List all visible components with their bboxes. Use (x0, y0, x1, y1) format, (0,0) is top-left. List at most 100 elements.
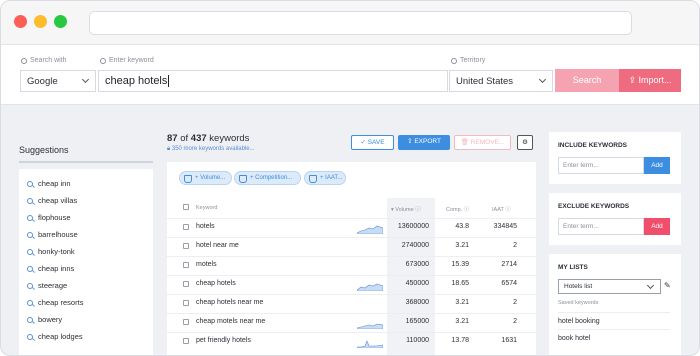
suggestions-panel: Suggestions cheap inn cheap villas flophou… (19, 145, 153, 355)
volume-cell: 673000 (405, 261, 429, 268)
trend-sparkline (357, 340, 383, 348)
maximize-window-icon[interactable] (54, 15, 67, 28)
table-row[interactable]: hotels 13600000 43.8 334845 (167, 218, 536, 236)
info-icon: ⓘ (505, 207, 511, 213)
my-lists-title: MY LISTS (558, 264, 588, 271)
tools-button[interactable]: ⚙ (517, 135, 533, 150)
filter-chip-volume[interactable]: + Volume... (179, 171, 232, 185)
iaat-cell: 2 (513, 318, 517, 325)
include-title: INCLUDE KEYWORDS (558, 142, 627, 149)
app-window: Search with Google Enter keyword cheap h… (0, 0, 700, 356)
table-row[interactable]: cheap hotels near me 368000 3.21 2 (167, 294, 536, 312)
trend-sparkline (357, 323, 383, 329)
saved-keyword-item[interactable]: hotel booking (558, 312, 670, 325)
address-bar[interactable] (89, 11, 632, 35)
suggestion-item[interactable]: cheap lodges (27, 328, 145, 345)
territory-select[interactable]: United States (449, 70, 553, 92)
table-row[interactable]: pet friendly hotels 110000 13.78 1631 (167, 332, 536, 350)
search-icon (27, 231, 33, 238)
iaat-cell: 1631 (501, 337, 517, 344)
export-button[interactable]: ⇪ EXPORT (398, 135, 450, 150)
row-checkbox[interactable] (183, 281, 189, 287)
exclude-add-button[interactable]: Add (644, 218, 670, 235)
volume-cell: 165000 (405, 318, 429, 325)
list-select[interactable]: Hotels list (558, 279, 661, 294)
keyword-cell: cheap motels near me (196, 318, 266, 325)
row-checkbox[interactable] (183, 300, 189, 306)
suggestion-item[interactable]: cheap inns (27, 260, 145, 277)
keyword-cell: pet friendly hotels (196, 337, 251, 344)
saved-keywords-label: Saved keywords (558, 300, 599, 306)
comp-cell: 3.21 (455, 318, 469, 325)
keyword-cell: cheap hotels near me (196, 299, 264, 306)
suggestion-item[interactable]: bowery (27, 311, 145, 328)
search-icon (27, 282, 33, 289)
search-icon (27, 197, 33, 204)
exclude-title: EXCLUDE KEYWORDS (558, 203, 630, 210)
exclude-keywords-panel: EXCLUDE KEYWORDS Enter term... Add (549, 193, 681, 245)
row-checkbox[interactable] (183, 262, 189, 268)
save-button[interactable]: ✓ SAVE (351, 135, 394, 150)
saved-keyword-item[interactable]: book hotel (558, 329, 670, 342)
comp-cell: 15.39 (451, 261, 469, 268)
lock-icon: 🔒︎ (167, 146, 171, 152)
suggestion-item[interactable]: cheap inn (27, 175, 145, 192)
table-row[interactable]: hotel near me 2740000 3.21 2 (167, 237, 536, 255)
info-icon: ⓘ (463, 207, 470, 213)
search-button[interactable]: Search (555, 69, 619, 92)
close-window-icon[interactable] (14, 15, 27, 28)
suggestion-item[interactable]: barrelhouse (27, 226, 145, 243)
search-icon (27, 265, 33, 272)
more-keywords-link[interactable]: 🔒︎ 350 more keywords available... (167, 146, 255, 153)
search-icon (27, 333, 33, 340)
column-comp[interactable]: Comp. ⓘ (446, 205, 469, 213)
keywords-table: + Volume... + Competition... + IAAT... K… (167, 162, 536, 355)
include-add-button[interactable]: Add (644, 157, 670, 174)
suggestions-title: Suggestions (19, 145, 153, 163)
search-icon (100, 57, 106, 64)
edit-icon[interactable]: ✎ (664, 281, 671, 290)
search-icon (27, 316, 33, 323)
import-button[interactable]: ⇪ Import... (619, 69, 681, 92)
suggestion-item[interactable]: honky-tonk (27, 243, 145, 260)
iaat-cell: 2 (513, 299, 517, 306)
include-term-input[interactable]: Enter term... (558, 157, 644, 174)
keyword-cell: hotel near me (196, 242, 239, 249)
engine-select[interactable]: Google (20, 70, 96, 92)
keyword-cell: hotels (196, 223, 215, 230)
trend-sparkline (357, 225, 383, 234)
suggestion-item[interactable]: cheap resorts (27, 294, 145, 311)
trash-icon: 🗑︎ (460, 139, 471, 146)
row-checkbox[interactable] (183, 224, 189, 230)
column-volume[interactable]: ▾ Volume ⓘ (391, 205, 421, 213)
suggestion-item[interactable]: cheap villas (27, 192, 145, 209)
table-row[interactable]: cheap motels near me 165000 3.21 2 (167, 313, 536, 331)
remove-button[interactable]: 🗑︎ REMOVE... (454, 135, 511, 150)
volume-cell: 450000 (405, 280, 429, 287)
suggestion-item[interactable]: steerage (27, 277, 145, 294)
comp-cell: 18.65 (451, 280, 469, 287)
row-checkbox[interactable] (183, 243, 189, 249)
iaat-cell: 6574 (501, 280, 517, 287)
exclude-term-input[interactable]: Enter term... (558, 218, 644, 235)
select-all-checkbox[interactable] (183, 204, 189, 210)
keyword-cell: cheap hotels (196, 280, 236, 287)
suggestion-item[interactable]: flophouse (27, 209, 145, 226)
chevron-down-icon (81, 75, 90, 84)
row-checkbox[interactable] (183, 319, 189, 325)
row-checkbox[interactable] (183, 338, 189, 344)
column-iaat[interactable]: IAAT ⓘ (492, 205, 511, 213)
comp-cell: 3.21 (455, 299, 469, 306)
filter-chip-competition[interactable]: + Competition... (234, 171, 301, 185)
table-row[interactable]: cheap hotels 450000 18.65 6574 (167, 275, 536, 293)
minimize-window-icon[interactable] (34, 15, 47, 28)
table-header: Keyword ▾ Volume ⓘ Comp. ⓘ IAAT ⓘ (167, 198, 536, 218)
column-keyword[interactable]: Keyword (196, 205, 217, 211)
table-row[interactable]: motels 673000 15.39 2714 (167, 256, 536, 274)
keyword-input[interactable]: cheap hotels (98, 70, 448, 92)
check-icon: ✓ (360, 139, 368, 146)
keyword-count: 87 of 437 keywords (167, 133, 250, 144)
search-icon (27, 180, 33, 187)
volume-cell: 13600000 (397, 223, 429, 230)
filter-chip-iaat[interactable]: + IAAT... (304, 171, 346, 185)
